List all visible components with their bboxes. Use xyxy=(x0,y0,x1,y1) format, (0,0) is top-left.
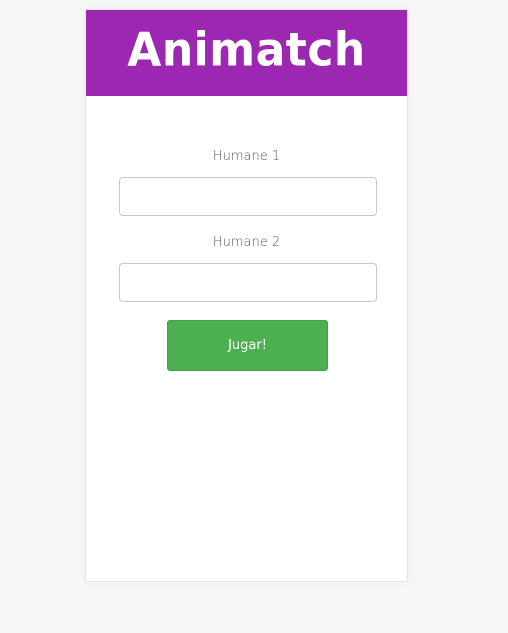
app-logo-title: Animatch xyxy=(127,23,366,78)
game-setup-card: Animatch Humane 1 Humane 2 Jugar! xyxy=(85,9,408,582)
player1-input[interactable] xyxy=(119,177,377,216)
player2-label: Humane 2 xyxy=(212,235,281,250)
play-button[interactable]: Jugar! xyxy=(167,320,328,371)
app-header: Animatch xyxy=(86,10,407,96)
player2-input[interactable] xyxy=(119,263,377,302)
player1-label: Humane 1 xyxy=(212,149,281,164)
